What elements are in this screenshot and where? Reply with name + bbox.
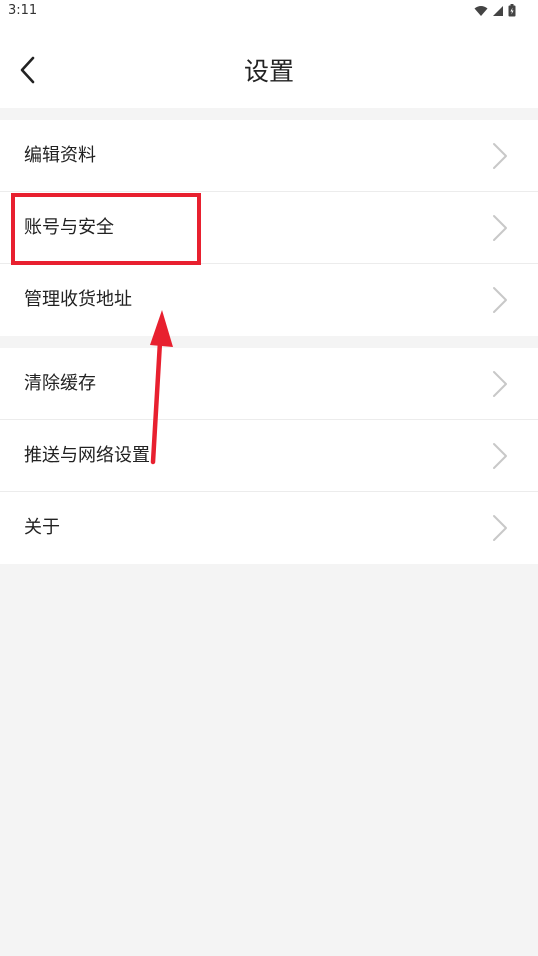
settings-item-label: 关于 — [24, 517, 60, 538]
settings-item-clear-cache[interactable]: 清除缓存 — [0, 348, 538, 420]
battery-icon — [508, 4, 516, 17]
page-title: 设置 — [243, 57, 294, 86]
status-time: 3:11 — [8, 3, 38, 18]
chevron-right-icon — [493, 371, 507, 397]
settings-item-push-network[interactable]: 推送与网络设置 — [0, 420, 538, 492]
status-icons — [474, 4, 516, 17]
settings-item-label: 清除缓存 — [24, 373, 96, 394]
settings-group-app: 清除缓存 推送与网络设置 关于 — [0, 348, 538, 564]
chevron-right-icon — [493, 515, 507, 541]
settings-item-manage-address[interactable]: 管理收货地址 — [0, 264, 538, 336]
settings-item-label: 推送与网络设置 — [24, 445, 150, 466]
header: 设置 — [0, 24, 538, 108]
signal-icon — [493, 5, 503, 16]
settings-item-edit-profile[interactable]: 编辑资料 — [0, 120, 538, 192]
chevron-right-icon — [493, 143, 507, 169]
settings-item-label: 管理收货地址 — [24, 289, 132, 310]
settings-item-label: 编辑资料 — [24, 145, 96, 166]
chevron-right-icon — [493, 287, 507, 313]
annotation-highlight-box — [11, 193, 201, 265]
settings-item-about[interactable]: 关于 — [0, 492, 538, 564]
chevron-right-icon — [493, 215, 507, 241]
wifi-icon — [474, 5, 488, 16]
chevron-right-icon — [493, 443, 507, 469]
status-bar: 3:11 — [0, 0, 538, 24]
